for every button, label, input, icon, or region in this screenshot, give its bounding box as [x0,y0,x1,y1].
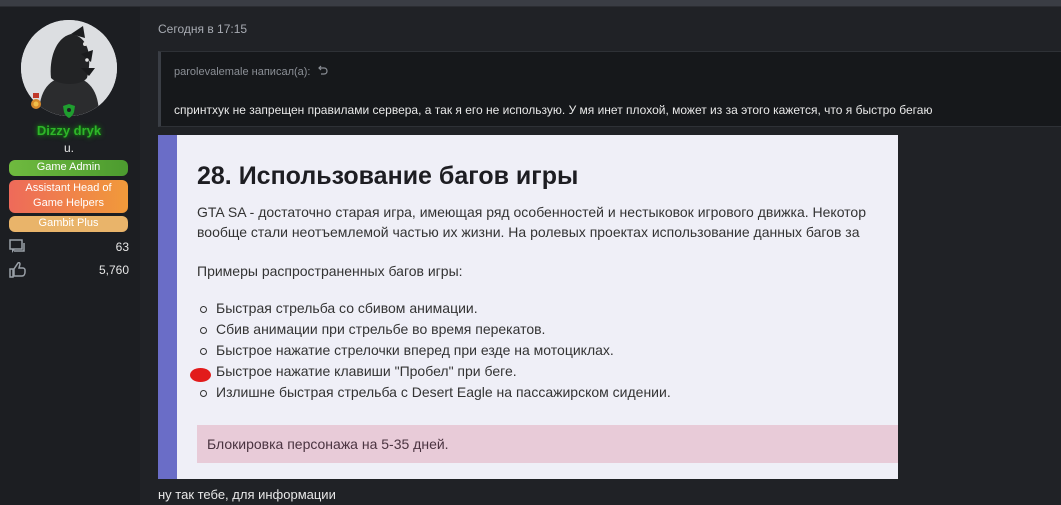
rules-screenshot: 28. Использование багов игры GTA SA - до… [158,135,898,479]
top-bar [0,0,1061,7]
rules-paragraph-line-1: GTA SA - достаточно старая игра, имеющая… [197,204,867,220]
list-item: Быстрая стрельба со сбивом анимации. [197,300,671,321]
bullet-icon [200,348,207,355]
examples-heading: Примеры распространенных багов игры: [197,263,463,279]
banner-game-admin: Game Admin [9,160,128,176]
user-title: u. [63,141,74,155]
reactions-stat: 5,760 [9,261,129,281]
go-to-quote-icon[interactable] [317,65,328,78]
red-annotation-mark [190,368,211,382]
list-item: Быстрое нажатие клавиши "Пробел" при бег… [197,363,671,384]
reactions-count: 5,760 [98,263,129,277]
username[interactable]: Dizzy dryk [0,123,138,138]
medal-icon [29,93,43,116]
list-item: Сбив анимации при стрельбе во время пере… [197,321,671,342]
quote-author[interactable]: parolevalemale написал(а): [174,65,328,78]
shield-icon [62,104,76,123]
bug-list: Быстрая стрельба со сбивом анимации. Сби… [197,300,671,405]
message-timestamp[interactable]: Сегодня в 17:15 [158,22,247,36]
reply-text: ну так тебе, для информации [158,487,336,502]
messages-stat: 63 [9,239,129,255]
quote-text: спринтхук не запрещен правилами сервера,… [174,103,933,117]
penalty-box: Блокировка персонажа на 5-35 дней. [197,425,898,463]
list-item: Быстрое нажатие стрелочки вперед при езд… [197,342,671,363]
messages-count: 63 [115,240,129,254]
thumbs-up-icon [9,261,27,281]
bullet-icon [200,390,207,397]
rules-title: 28. Использование багов игры [197,162,579,190]
banner-assistant-head: Assistant Head of Game Helpers [9,180,128,213]
list-item: Излишне быстрая стрельба с Desert Eagle … [197,384,671,405]
messages-icon [9,239,27,258]
quote-author-label: parolevalemale написал(а): [174,66,311,78]
bullet-icon [200,306,207,313]
bullet-icon [200,327,207,334]
rules-paragraph-line-2: вообще стали неотъемлемой частью их жизн… [197,224,860,240]
banner-gambit-plus: Gambit Plus [9,216,128,232]
